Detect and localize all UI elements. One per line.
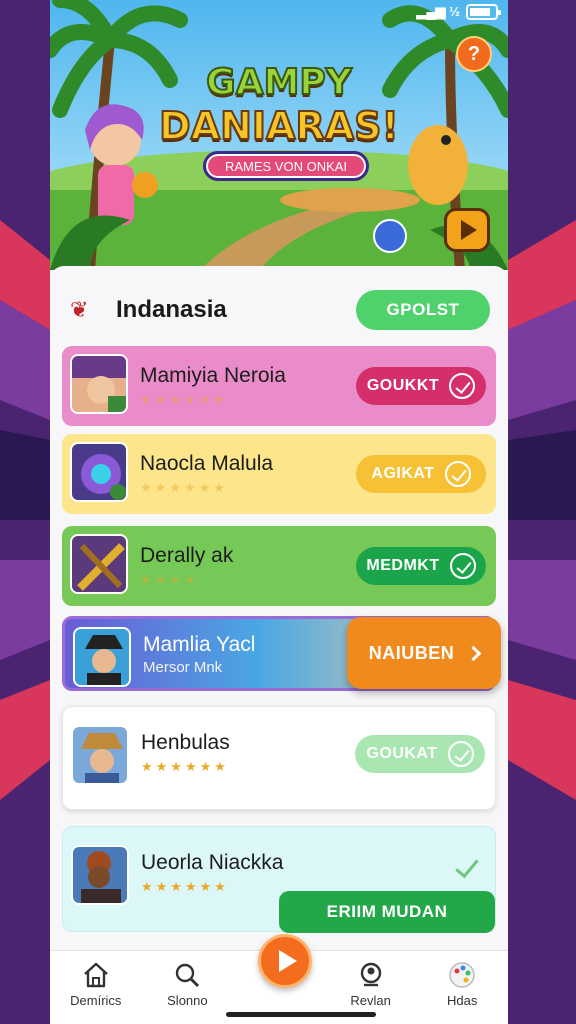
check-circle-icon	[449, 373, 476, 399]
game-action-button[interactable]: GOUKKT	[356, 367, 486, 405]
panel-title: Indanasia	[116, 296, 227, 323]
game-row[interactable]: Henbulas ★★★★★★ GOUKAT	[62, 706, 496, 810]
nav-item-search[interactable]: Slonno	[142, 951, 234, 1024]
palette-icon	[449, 962, 475, 988]
button-label: MEDMKT	[366, 557, 440, 574]
nav-label: Hdas	[446, 993, 478, 1008]
game-thumbnail	[73, 627, 131, 687]
button-label: GOUKAT	[366, 745, 438, 762]
nav-label: Slonno	[167, 993, 208, 1008]
profile-icon	[360, 962, 381, 987]
signal-icon: ▂▄▆ ½	[416, 4, 460, 19]
play-icon	[278, 950, 297, 972]
game-action-button[interactable]: AGIKAT	[356, 455, 486, 493]
nav-item-home[interactable]: Demírics	[50, 951, 142, 1024]
home-icon	[83, 962, 108, 988]
game-thumbnail	[71, 725, 129, 785]
header-action-button[interactable]: GPOLST	[356, 290, 490, 330]
button-label: GOUKKT	[366, 377, 440, 394]
game-subtitle: RAMES VON ONKAI	[203, 151, 369, 181]
button-label: AGIKAT	[371, 465, 435, 482]
game-action-button[interactable]: GOUKAT	[355, 735, 485, 773]
app-screen: ▂▄▆ ½ ? GAMPY DANIARAS! RAMES VON ONKAI …	[50, 0, 508, 1024]
nav-play-button[interactable]	[258, 934, 312, 988]
nav-label: Revlan	[350, 993, 391, 1008]
game-thumbnail	[70, 534, 128, 594]
nav-label: Demírics	[70, 993, 122, 1008]
game-row[interactable]: Mamiyia Neroia ★★★★★★ GOUKKT	[62, 346, 496, 426]
play-icon	[461, 220, 477, 240]
game-thumbnail	[71, 845, 129, 905]
game-title-line2: DANIARAS!	[158, 103, 400, 149]
game-title-line1: GAMPY	[205, 61, 353, 104]
chevron-right-icon	[465, 645, 482, 661]
hero-banner: ▂▄▆ ½ ? GAMPY DANIARAS! RAMES VON ONKAI	[50, 0, 508, 270]
game-list-panel: ❦ Indanasia GPOLST Mamiyia Neroia ★★★★★★…	[50, 266, 508, 956]
button-label: NAIUBEN	[368, 642, 455, 663]
game-action-button[interactable]: MEDMKT	[356, 547, 486, 585]
check-circle-icon	[449, 553, 476, 579]
status-bar: ▂▄▆ ½	[416, 4, 501, 20]
game-action-button[interactable]: ERIIM MUDAN	[279, 891, 495, 933]
game-row[interactable]: Ueorla Niackka ★★★★★★ ERIIM MUDAN	[62, 826, 496, 933]
battery-icon	[466, 4, 501, 20]
check-circle-icon	[447, 741, 474, 767]
game-thumbnail	[70, 442, 128, 502]
game-row-selected[interactable]: Mamlia Yacl Mersor Mnk NAIUBEN	[62, 616, 501, 691]
game-row[interactable]: Derally ak ★★★★ MEDMKT	[62, 526, 496, 606]
search-icon	[176, 963, 200, 988]
home-indicator	[226, 1012, 376, 1017]
leaf-icon: ❦	[70, 297, 89, 322]
game-action-button[interactable]: NAIUBEN	[347, 617, 501, 689]
game-name: Ueorla Niackka	[141, 851, 284, 874]
game-thumbnail	[70, 354, 128, 414]
check-circle-icon	[444, 461, 471, 487]
game-row[interactable]: Naocla Malula ★★★★★★ AGIKAT	[62, 434, 496, 514]
hero-play-button[interactable]	[444, 208, 490, 252]
panel-header: ❦ Indanasia GPOLST	[70, 288, 490, 332]
nav-item-palette[interactable]: Hdas	[416, 951, 508, 1024]
